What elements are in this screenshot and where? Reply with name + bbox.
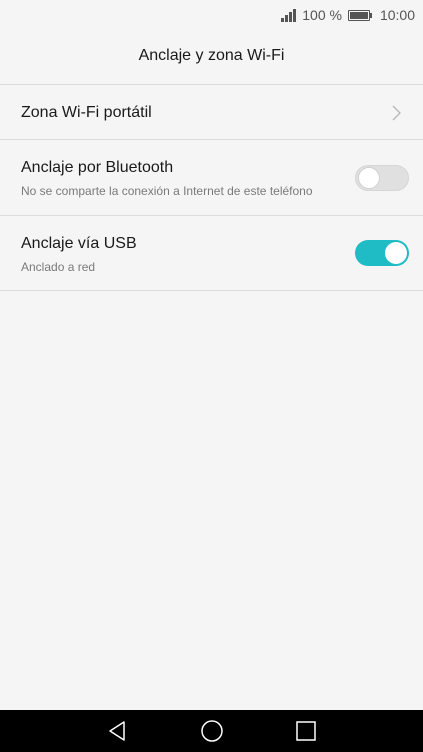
navigation-bar <box>0 710 423 752</box>
list-item-subtitle: Anclado a red <box>21 260 96 274</box>
list-item-title: Anclaje vía USB <box>21 235 137 252</box>
settings-list: Zona Wi-Fi portátil Anclaje por Bluetoot… <box>0 85 423 291</box>
recents-button[interactable] <box>294 719 318 743</box>
status-bar: 100 % 10:00 <box>0 0 423 30</box>
battery-percentage: 100 % <box>302 7 342 23</box>
list-item-subtitle: No se comparte la conexión a Internet de… <box>21 184 313 198</box>
home-button[interactable] <box>200 719 224 743</box>
bluetooth-tethering-toggle[interactable] <box>355 165 409 191</box>
recents-square-icon <box>296 721 316 741</box>
list-item-title: Zona Wi-Fi portátil <box>21 104 152 121</box>
signal-icon <box>281 8 297 22</box>
app-bar: Anclaje y zona Wi-Fi <box>0 30 423 85</box>
chevron-right-icon <box>392 105 401 121</box>
toggle-knob <box>385 242 407 264</box>
list-item-portable-hotspot[interactable]: Zona Wi-Fi portátil <box>0 85 423 140</box>
back-triangle-icon <box>109 721 125 741</box>
back-button[interactable] <box>105 719 129 743</box>
battery-icon <box>347 9 372 21</box>
clock: 10:00 <box>379 7 415 23</box>
home-circle-icon <box>201 720 223 742</box>
status-indicators: 100 % 10:00 <box>281 6 415 24</box>
list-item-usb-tethering[interactable]: Anclaje vía USB Anclado a red <box>0 216 423 291</box>
list-item-bluetooth-tethering[interactable]: Anclaje por Bluetooth No se comparte la … <box>0 140 423 216</box>
page-title: Anclaje y zona Wi-Fi <box>138 47 285 64</box>
list-item-title: Anclaje por Bluetooth <box>21 159 174 176</box>
toggle-knob <box>358 167 380 189</box>
usb-tethering-toggle[interactable] <box>355 240 409 266</box>
